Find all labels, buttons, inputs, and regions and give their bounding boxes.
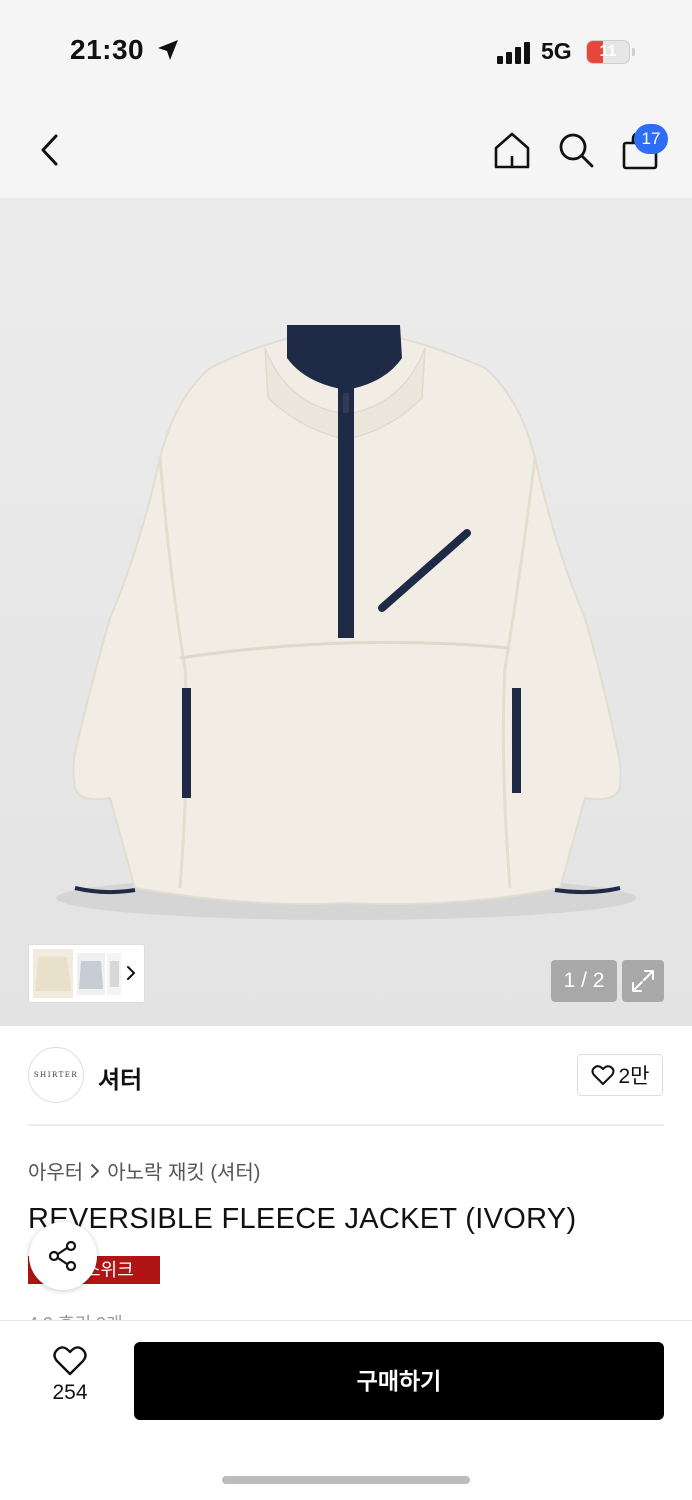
chevron-right-icon	[91, 1163, 100, 1178]
wishlist-button[interactable]: 254	[30, 1345, 110, 1425]
brand-logo[interactable]: SHIRTER	[28, 1047, 84, 1103]
divider	[28, 1124, 664, 1126]
brand-like-count: 2만	[618, 1065, 650, 1088]
back-button[interactable]	[30, 128, 70, 172]
image-counter: 1 / 2	[551, 960, 617, 1002]
expand-button[interactable]	[622, 960, 664, 1002]
battery-level: 11	[599, 43, 617, 60]
heart-icon	[53, 1346, 87, 1376]
product-gallery[interactable]	[0, 198, 692, 1026]
chevron-left-icon	[41, 134, 58, 166]
top-nav	[0, 100, 692, 198]
home-indicator	[222, 1476, 470, 1484]
cart-count-badge: 17	[634, 124, 668, 154]
share-button[interactable]	[29, 1222, 97, 1290]
share-icon	[48, 1240, 77, 1272]
brand-name[interactable]: 셔터	[98, 1060, 142, 1095]
breadcrumb: 아우터 아노락 재킷 (셔터)	[28, 1156, 260, 1185]
home-button[interactable]	[490, 128, 534, 172]
bottom-bar: 254 구매하기	[0, 1320, 692, 1500]
status-bar: 21:30 5G 11	[0, 0, 692, 100]
brand-like-button[interactable]: 2만	[577, 1054, 663, 1096]
home-icon	[494, 132, 530, 169]
expand-icon	[632, 970, 654, 992]
network-type: 5G	[541, 38, 572, 64]
battery-icon: 11	[586, 40, 630, 64]
location-arrow-icon	[158, 40, 178, 60]
thumbnail-images	[33, 949, 135, 998]
status-time: 21:30	[70, 34, 145, 65]
buy-button[interactable]: 구매하기	[134, 1342, 664, 1420]
brand-row: SHIRTER 셔터 2만	[0, 1026, 692, 1126]
product-title: REVERSIBLE FLEECE JACKET (IVORY)	[28, 1203, 577, 1235]
battery-nub	[632, 48, 635, 56]
breadcrumb-subcategory[interactable]: 아노락 재킷 (셔터)	[107, 1156, 260, 1185]
search-button[interactable]	[554, 128, 598, 172]
breadcrumb-category[interactable]: 아우터	[28, 1156, 83, 1185]
wishlist-count: 254	[52, 1381, 88, 1404]
search-icon	[559, 133, 594, 168]
signal-icon	[497, 42, 530, 64]
thumbnail-strip[interactable]	[28, 944, 145, 1003]
heart-icon	[591, 1065, 614, 1085]
product-image	[56, 325, 636, 920]
